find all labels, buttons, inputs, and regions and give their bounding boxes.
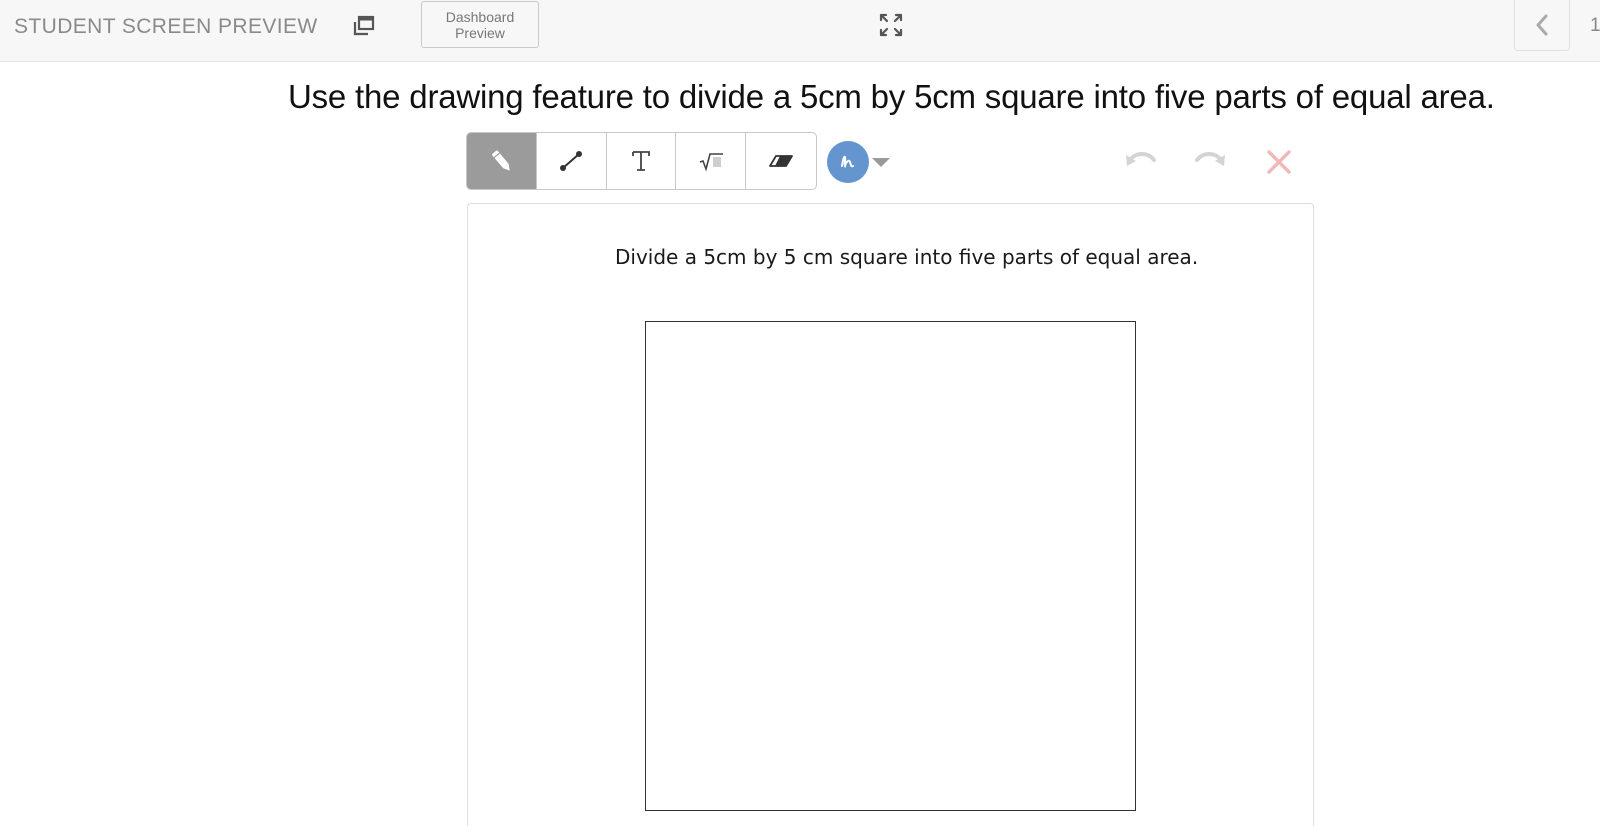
clear-x-icon[interactable] [1266, 149, 1292, 180]
text-t-icon [632, 151, 650, 171]
color-dropdown-caret[interactable] [872, 155, 890, 173]
line-segment-icon [560, 151, 583, 171]
canvas-caption: Divide a 5cm by 5 cm square into five pa… [615, 245, 1199, 269]
text-tool-button[interactable] [607, 133, 677, 189]
previous-page-button[interactable] [1514, 0, 1570, 51]
pencil-icon [492, 150, 511, 171]
math-tool-button[interactable] [676, 133, 747, 189]
fullscreen-expand-icon[interactable] [878, 12, 904, 38]
dashboard-preview-label-1: Dashboard [445, 9, 515, 25]
dashboard-preview-button[interactable]: Dashboard Preview [421, 1, 539, 48]
five-cm-square [645, 321, 1136, 811]
pencil-tool-button[interactable] [467, 133, 537, 189]
dashboard-preview-label-2: Preview [455, 25, 505, 41]
eraser-tool-button[interactable] [746, 133, 816, 189]
line-tool-button[interactable] [537, 133, 607, 189]
square-root-icon [699, 153, 723, 172]
question-prompt: Use the drawing feature to divide a 5cm … [288, 78, 1495, 115]
chevron-left-icon [1536, 14, 1548, 36]
redo-arrow-icon[interactable] [1193, 148, 1227, 179]
screen-preview-title: STUDENT SCREEN PREVIEW [14, 15, 318, 38]
page-number: 1 [1590, 15, 1600, 36]
squiggle-icon [841, 155, 854, 168]
pen-color-button[interactable] [827, 141, 869, 183]
undo-arrow-icon[interactable] [1124, 148, 1158, 179]
top-bar: STUDENT SCREEN PREVIEW Dashboard Preview… [0, 0, 1600, 62]
popout-window-icon[interactable] [352, 14, 376, 38]
caret-down-icon [872, 158, 890, 167]
drawing-toolbar [466, 132, 817, 190]
eraser-icon [769, 155, 793, 167]
